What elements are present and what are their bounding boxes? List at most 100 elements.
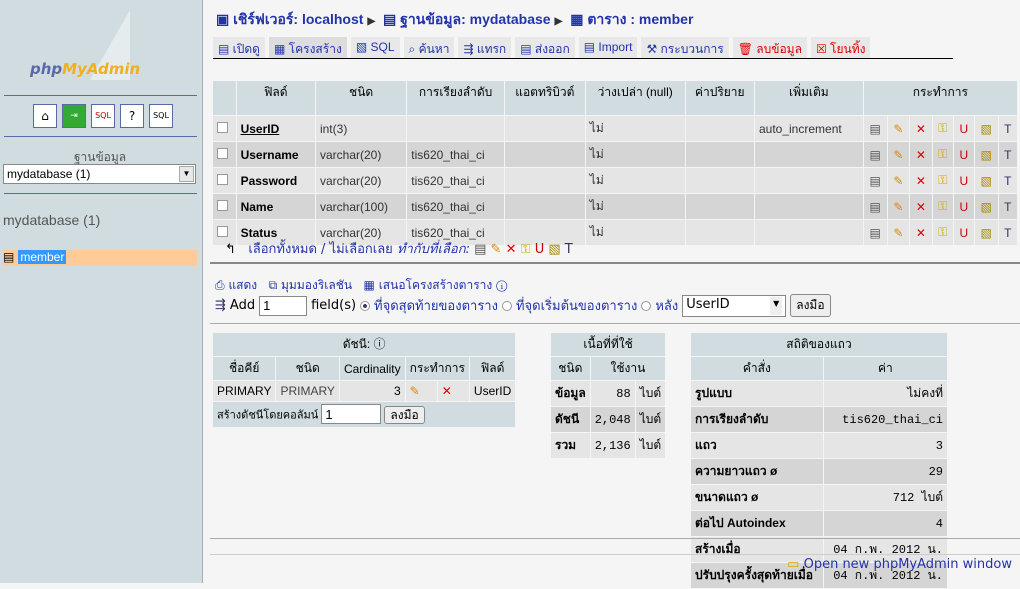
fulltext-icon[interactable]: T — [998, 142, 1017, 167]
tab-browse[interactable]: ▤ เปิดดู — [213, 37, 265, 58]
header-type: ชนิด — [551, 357, 590, 380]
cell-0[interactable]: Username — [236, 142, 315, 167]
stat-value: ไม่คงที่ — [823, 381, 947, 406]
edit-icon[interactable]: ✎ — [887, 142, 910, 167]
edit-icon[interactable]: ✎ — [491, 242, 502, 257]
cell-0[interactable]: UserID — [236, 116, 315, 141]
index-icon[interactable]: ▧ — [974, 168, 998, 193]
breadcrumb-database[interactable]: ฐานข้อมูล: mydatabase — [400, 11, 550, 27]
unique-icon[interactable]: U — [535, 242, 545, 257]
browse-icon[interactable]: ▤ — [474, 242, 486, 257]
chevron-down-icon[interactable]: ▼ — [179, 166, 194, 182]
phpmyadmin-logo[interactable]: phpMyAdmin — [30, 60, 140, 78]
help-icon[interactable]: ⓘ — [496, 278, 507, 292]
unique-icon[interactable]: U — [953, 142, 974, 167]
browse-icon[interactable]: ▤ — [863, 116, 887, 141]
sql-query-icon[interactable]: SQL — [91, 104, 115, 128]
radio-at-beginning[interactable] — [501, 300, 512, 311]
relation-view-link[interactable]: มุมมองริเลชัน — [281, 278, 352, 292]
radio-at-end[interactable] — [360, 300, 371, 311]
fulltext-icon[interactable]: T — [998, 168, 1017, 193]
primary-key-icon[interactable]: ⚿ — [932, 220, 953, 245]
tab-structure[interactable]: ▦ โครงสร้าง — [268, 37, 347, 58]
help-icon[interactable]: ⓘ — [374, 337, 386, 351]
open-new-window-link[interactable]: ▭ Open new phpMyAdmin window — [787, 557, 1012, 572]
table-name[interactable]: member — [18, 250, 67, 264]
database-name-link[interactable]: mydatabase (1) — [3, 212, 100, 228]
unique-icon[interactable]: U — [953, 194, 974, 219]
primary-key-icon[interactable]: ⚿ — [932, 142, 953, 167]
delete-icon[interactable]: ✕ — [910, 220, 932, 245]
row-checkbox[interactable] — [213, 168, 236, 193]
chevron-down-icon[interactable]: ▼ — [770, 296, 783, 315]
tab-search[interactable]: ⌕ ค้นหา — [403, 37, 455, 58]
index-icon[interactable]: ▧ — [974, 142, 998, 167]
tab-empty[interactable]: 🗑 ลบข้อมูล — [732, 37, 807, 58]
unique-icon[interactable]: U — [953, 116, 974, 141]
uncheck-all-link[interactable]: ไม่เลือกเลย — [330, 242, 393, 257]
fulltext-icon[interactable]: T — [565, 242, 573, 257]
row-checkbox[interactable] — [213, 194, 236, 219]
delete-icon[interactable]: ✕ — [910, 142, 932, 167]
unique-icon[interactable]: U — [953, 168, 974, 193]
edit-icon[interactable]: ✎ — [887, 116, 910, 141]
breadcrumb-server[interactable]: เชิร์ฟเวอร์: localhost — [233, 11, 363, 27]
row-checkbox[interactable] — [213, 116, 236, 141]
delete-icon[interactable]: ✕ — [910, 194, 932, 219]
exit-icon[interactable]: ⇥ — [62, 104, 86, 128]
fulltext-icon[interactable]: T — [998, 220, 1017, 245]
add-field-form: ⇶ Add field(s) ที่จุดสุดท้ายของตาราง ที่… — [215, 294, 831, 317]
create-index-form: สร้างดัชนีโดยคอลัมน์ ลงมือ — [213, 402, 516, 427]
unique-icon[interactable]: U — [953, 220, 974, 245]
tab-insert[interactable]: ⇶ แทรก — [458, 37, 512, 58]
edit-icon[interactable]: ✎ — [887, 194, 910, 219]
primary-key-icon[interactable]: ⚿ — [932, 168, 953, 193]
tab-sql[interactable]: ▧ SQL — [350, 37, 400, 58]
delete-icon[interactable]: ✕ — [506, 242, 517, 257]
primary-key-icon[interactable]: ⚿ — [521, 242, 531, 257]
header-cardinality: Cardinality — [339, 357, 405, 380]
radio-after[interactable] — [641, 300, 652, 311]
fulltext-icon[interactable]: T — [998, 116, 1017, 141]
primary-key-icon[interactable]: ⚿ — [932, 116, 953, 141]
edit-icon[interactable]: ✎ — [887, 168, 910, 193]
table-item-member[interactable]: ▤ member — [3, 250, 197, 266]
delete-icon[interactable]: ✕ — [910, 168, 932, 193]
create-index-count[interactable] — [321, 404, 382, 424]
tab-operations[interactable]: ⚒ กระบวนการ — [641, 37, 729, 58]
delete-icon[interactable]: ✕ — [437, 381, 469, 401]
fulltext-icon[interactable]: T — [998, 194, 1017, 219]
tab-export[interactable]: ▤ ส่งออก — [515, 37, 575, 58]
index-icon[interactable]: ▧ — [548, 242, 560, 257]
edit-icon[interactable]: ✎ — [887, 220, 910, 245]
check-all-link[interactable]: เลือกทั้งหมด — [248, 242, 317, 257]
row-checkbox[interactable] — [213, 142, 236, 167]
browse-icon[interactable]: ▤ — [863, 194, 887, 219]
tab-drop[interactable]: ☒ โยนทิ้ง — [810, 37, 871, 58]
index-icon[interactable]: ▧ — [974, 220, 998, 245]
field-count-input[interactable] — [259, 295, 308, 316]
tab-import[interactable]: ▤ Import — [578, 37, 638, 58]
add-go-button[interactable]: ลงมือ — [790, 294, 831, 317]
edit-icon[interactable]: ✎ — [405, 381, 437, 401]
home-icon[interactable]: ⌂ — [33, 104, 57, 128]
print-view-link[interactable]: แสดง — [228, 278, 257, 292]
cell-3 — [504, 194, 585, 219]
create-index-go-button[interactable]: ลงมือ — [384, 405, 425, 424]
cell-0[interactable]: Password — [236, 168, 315, 193]
index-icon[interactable]: ▧ — [974, 116, 998, 141]
cell-2: tis620_thai_ci — [407, 142, 504, 167]
after-field-select[interactable]: UserID ▼ — [682, 294, 787, 317]
help-icon[interactable]: ? — [120, 104, 144, 128]
cell-0[interactable]: Name — [236, 194, 315, 219]
sql-docs-icon[interactable]: SQL — [149, 104, 173, 128]
breadcrumb-table[interactable]: ตาราง : member — [587, 11, 693, 27]
database-select[interactable]: mydatabase (1) ▼ — [3, 164, 196, 184]
primary-key-icon[interactable]: ⚿ — [932, 194, 953, 219]
browse-icon[interactable]: ▤ — [863, 220, 887, 245]
browse-icon[interactable]: ▤ — [863, 142, 887, 167]
delete-icon[interactable]: ✕ — [910, 116, 932, 141]
browse-icon[interactable]: ▤ — [863, 168, 887, 193]
index-icon[interactable]: ▧ — [974, 194, 998, 219]
propose-structure-link[interactable]: เสนอโครงสร้างตาราง — [379, 278, 493, 292]
